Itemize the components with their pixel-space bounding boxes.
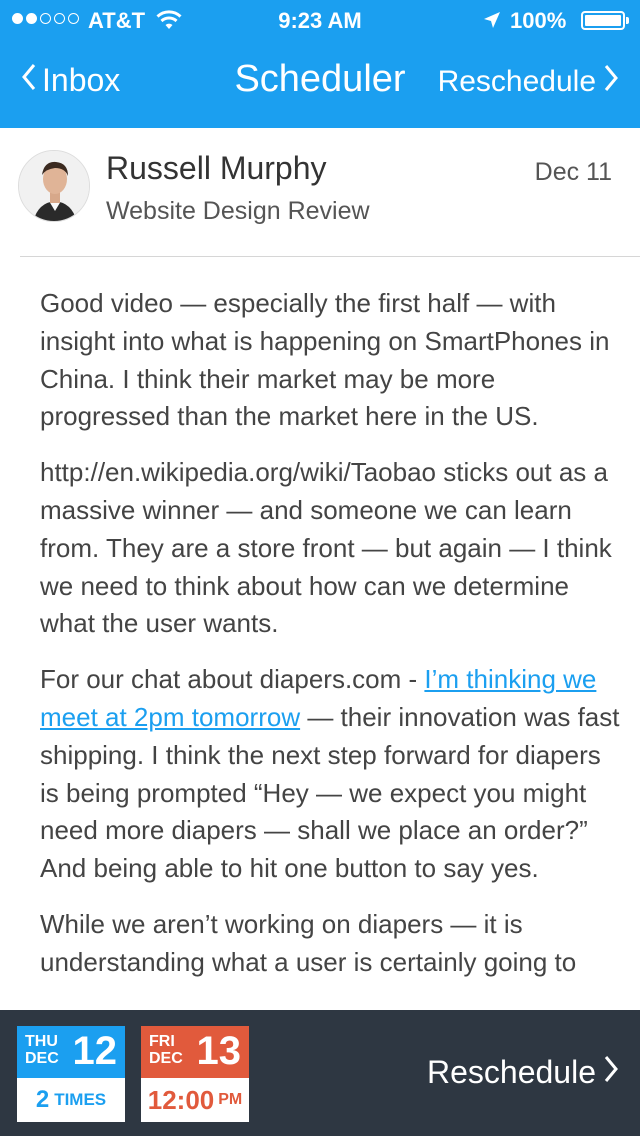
- times-count: 2: [35, 1086, 50, 1113]
- chevron-left-icon: [22, 62, 36, 99]
- times-label: TIMES: [54, 1090, 107, 1109]
- paragraph-text: For our chat about diapers.com -: [40, 664, 425, 695]
- reschedule-action-button[interactable]: Reschedule: [427, 1054, 618, 1091]
- email-paragraph: For our chat about diapers.com - I’m thi…: [40, 661, 620, 888]
- weekday: FRI: [149, 1033, 175, 1050]
- email-paragraph: Good video — especially the first half —…: [40, 288, 610, 432]
- page-title: Scheduler: [234, 58, 406, 100]
- email-paragraph: While we aren’t working on diapers — it …: [40, 908, 577, 977]
- month: DEC: [149, 1050, 183, 1067]
- date-label: FRI DEC: [149, 1033, 183, 1067]
- meeting-time: 12:00: [147, 1084, 215, 1115]
- schedule-bar: THU DEC 12 2 TIMES FRI DEC 13 12:00 PM Res…: [0, 1010, 640, 1136]
- day-number: 13: [196, 1029, 242, 1073]
- date-label: THU DEC: [25, 1033, 59, 1067]
- schedule-option-fri[interactable]: FRI DEC 13 12:00 PM: [141, 1026, 249, 1122]
- email-paragraph: http://en.wikipedia.org/wiki/Taobao stic…: [40, 457, 612, 639]
- reschedule-action-label: Reschedule: [427, 1054, 596, 1090]
- am-pm-label: PM: [218, 1091, 243, 1108]
- location-arrow-icon: [482, 10, 502, 36]
- status-bar: AT&T 9:23 AM 100%: [0, 0, 640, 40]
- battery-icon: [581, 11, 629, 30]
- month: DEC: [25, 1050, 59, 1067]
- back-label: Inbox: [42, 62, 121, 98]
- weekday: THU: [25, 1033, 58, 1050]
- email-date: Dec 11: [534, 158, 612, 186]
- header-divider: [20, 256, 640, 257]
- email-header: Russell Murphy Website Design Review Dec…: [0, 128, 640, 258]
- app-header: AT&T 9:23 AM 100% Inbox Scheduler Resche…: [0, 0, 640, 128]
- navigation-bar: Inbox Scheduler Reschedule: [0, 40, 640, 128]
- email-subject: Website Design Review: [106, 197, 370, 225]
- day-number: 12: [72, 1029, 118, 1073]
- battery-percentage: 100%: [510, 8, 567, 33]
- back-button[interactable]: Inbox: [22, 62, 120, 99]
- sender-name: Russell Murphy: [106, 150, 327, 186]
- schedule-option-thu[interactable]: THU DEC 12 2 TIMES: [17, 1026, 125, 1122]
- email-body: Good video — especially the first half —…: [40, 285, 620, 1000]
- sender-avatar[interactable]: [18, 150, 90, 222]
- chevron-right-icon: [604, 64, 618, 100]
- chevron-right-icon: [604, 1054, 618, 1091]
- reschedule-button[interactable]: Reschedule: [438, 64, 618, 100]
- reschedule-label: Reschedule: [437, 65, 596, 98]
